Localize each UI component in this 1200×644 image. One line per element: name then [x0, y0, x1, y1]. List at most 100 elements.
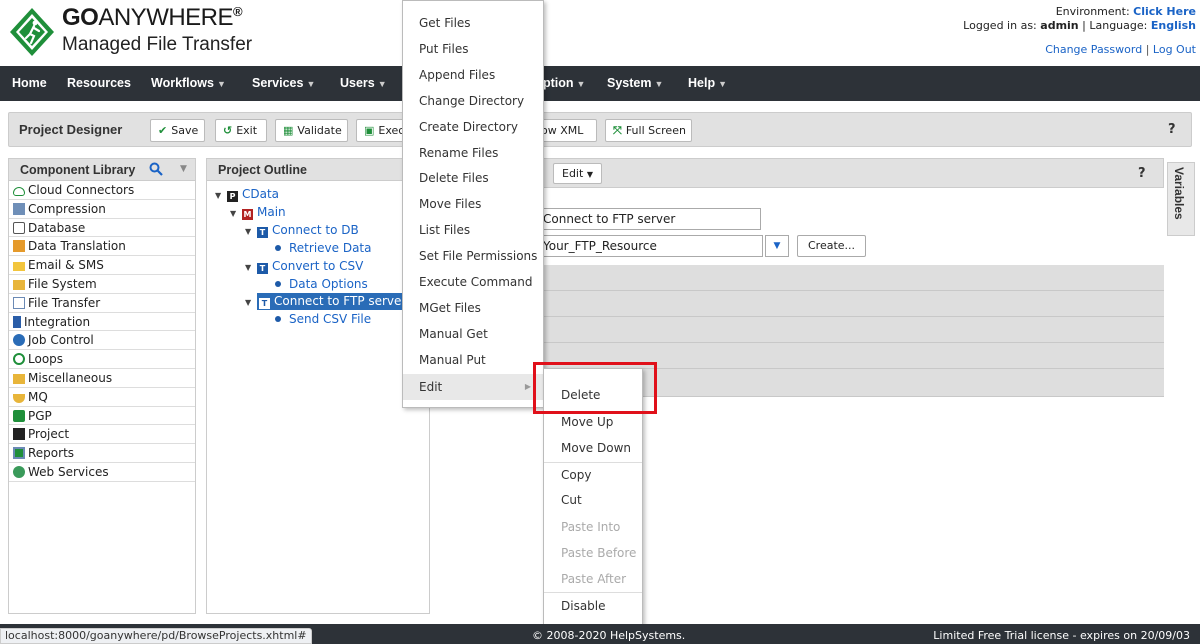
collapsed-section[interactable]: [440, 291, 1164, 317]
menu-item-change-directory[interactable]: Change Directory: [403, 88, 543, 114]
menu-item-execute-command[interactable]: Execute Command: [403, 269, 543, 295]
nav-help[interactable]: Help ▼: [688, 76, 727, 90]
submenu-item-move-down[interactable]: Move Down: [544, 435, 642, 461]
cloud-icon: [13, 187, 25, 196]
tree-arrow-ftp[interactable]: ▼: [245, 293, 255, 310]
collapsed-section[interactable]: [440, 317, 1164, 343]
project-outline-title: Project Outline: [218, 163, 307, 177]
expand-arrow-icon[interactable]: ▼: [245, 295, 257, 311]
license-text: Limited Free Trial license - expires on …: [933, 629, 1190, 642]
create-resource-button[interactable]: Create...: [797, 235, 867, 257]
expand-arrow-icon[interactable]: ▼: [245, 260, 257, 276]
library-item-project[interactable]: Project: [9, 425, 195, 445]
collapsed-section[interactable]: [440, 265, 1164, 291]
menu-item-move-files[interactable]: Move Files: [403, 191, 543, 217]
variables-tab[interactable]: Variables: [1167, 162, 1195, 236]
execute-button[interactable]: ▣ Exec: [356, 119, 404, 142]
chevron-down-icon: ▼: [216, 79, 226, 89]
menu-item-list-files[interactable]: List Files: [403, 217, 543, 243]
tree-node-convert-csv[interactable]: ▼ T Convert to CSV: [245, 258, 363, 275]
nav-encryption[interactable]: ption ▼: [543, 76, 585, 90]
library-item-data-translation[interactable]: Data Translation: [9, 237, 195, 257]
expand-arrow-icon[interactable]: ▼: [215, 188, 227, 204]
library-item-loops[interactable]: Loops: [9, 350, 195, 369]
menu-item-set-file-permissions[interactable]: Set File Permissions: [403, 243, 543, 269]
task-panel-header: Edit ▼ ?: [440, 158, 1164, 188]
menu-item-delete-files[interactable]: Delete Files: [403, 165, 543, 191]
language-link[interactable]: English: [1151, 19, 1196, 32]
logout-link[interactable]: Log Out: [1153, 43, 1196, 56]
library-item-compression[interactable]: Compression: [9, 200, 195, 219]
loop-icon: [13, 353, 25, 366]
library-item-file-transfer[interactable]: File Transfer: [9, 294, 195, 313]
menu-item-manual-put[interactable]: Manual Put: [403, 347, 543, 373]
tree-node-main[interactable]: ▼ M Main: [230, 204, 286, 221]
collapse-chevron-icon[interactable]: ▼: [180, 164, 187, 174]
tree-node-send-csv[interactable]: Send CSV File: [275, 311, 371, 328]
tree-node-connect-db[interactable]: ▼ T Connect to DB: [245, 222, 359, 239]
library-item-cloud-connectors[interactable]: Cloud Connectors: [9, 181, 195, 200]
task-icon: T: [257, 263, 268, 274]
bullet-icon: [275, 281, 281, 287]
chevron-down-icon: ▼: [718, 79, 728, 89]
library-item-integration[interactable]: Integration: [9, 313, 195, 332]
menu-item-create-directory[interactable]: Create Directory: [403, 114, 543, 140]
menu-item-edit[interactable]: Edit ▶: [403, 374, 543, 400]
environment-link[interactable]: Click Here: [1133, 5, 1196, 18]
app-header: GOANYWHERE® Managed File Transfer Enviro…: [0, 0, 1200, 66]
submenu-item-copy[interactable]: Copy: [544, 462, 642, 488]
help-icon[interactable]: ?: [1138, 166, 1146, 181]
brand-name: GOANYWHERE®: [62, 4, 243, 31]
full-screen-button[interactable]: ⤧ Full Screen: [605, 119, 692, 142]
edit-dropdown-button[interactable]: Edit ▼: [553, 163, 602, 184]
nav-system[interactable]: System ▼: [607, 76, 663, 90]
expand-arrow-icon[interactable]: ▼: [245, 224, 257, 240]
save-button[interactable]: ✔ Save: [150, 119, 205, 142]
nav-services[interactable]: Services ▼: [252, 76, 315, 90]
exit-button[interactable]: ↺ Exit: [215, 119, 267, 142]
change-password-link[interactable]: Change Password: [1045, 43, 1142, 56]
library-item-file-system[interactable]: File System: [9, 275, 195, 294]
library-item-email-sms[interactable]: Email & SMS: [9, 256, 195, 275]
translation-icon: [13, 240, 25, 253]
nav-resources[interactable]: Resources: [67, 76, 131, 90]
library-item-pgp[interactable]: PGP: [9, 407, 195, 426]
menu-item-append-files[interactable]: Append Files: [403, 62, 543, 88]
submenu-item-disable[interactable]: Disable: [544, 593, 642, 619]
validate-button[interactable]: ▦ Validate: [275, 119, 348, 142]
library-item-web-services[interactable]: Web Services: [9, 463, 195, 482]
search-icon[interactable]: [149, 162, 163, 176]
menu-item-mget-files[interactable]: MGet Files: [403, 295, 543, 321]
mq-icon: [13, 393, 25, 403]
library-item-reports[interactable]: Reports: [9, 444, 195, 463]
help-icon[interactable]: ?: [1168, 122, 1176, 137]
gear-icon: [13, 334, 25, 347]
nav-home[interactable]: Home: [12, 76, 47, 90]
chevron-down-icon: ▼: [306, 79, 316, 89]
menu-item-rename-files[interactable]: Rename Files: [403, 140, 543, 166]
library-item-mq[interactable]: MQ: [9, 388, 195, 407]
file-transfer-icon: [13, 296, 25, 309]
tree-node-project[interactable]: ▼ P CData: [215, 186, 279, 203]
show-xml-button[interactable]: ow XML: [536, 119, 597, 142]
menu-item-put-files[interactable]: Put Files: [403, 36, 543, 62]
task-label-input[interactable]: Connect to FTP server: [539, 208, 761, 230]
task-properties-form: Connect to FTP server Your_FTP_Resource …: [440, 198, 1164, 264]
tree-node-connect-ftp-selected[interactable]: T Connect to FTP server: [257, 293, 410, 310]
expand-arrow-icon[interactable]: ▼: [230, 206, 242, 222]
tree-node-retrieve-data[interactable]: Retrieve Data: [275, 240, 372, 257]
menu-item-get-files[interactable]: Get Files: [403, 10, 543, 36]
library-item-job-control[interactable]: Job Control: [9, 331, 195, 351]
resource-select[interactable]: Your_FTP_Resource: [539, 235, 763, 257]
project-designer-toolbar: Project Designer ✔ Save ↺ Exit ▦ Validate ▣…: [8, 112, 1192, 147]
library-item-database[interactable]: Database: [9, 219, 195, 238]
nav-users[interactable]: Users ▼: [340, 76, 387, 90]
nav-workflows[interactable]: Workflows ▼: [151, 76, 226, 90]
tree-node-data-options[interactable]: Data Options: [275, 276, 368, 293]
chevron-down-icon: ▼: [377, 79, 387, 89]
menu-item-manual-get[interactable]: Manual Get: [403, 321, 543, 347]
resource-dropdown-chevron-icon[interactable]: ▼: [765, 235, 789, 257]
library-item-miscellaneous[interactable]: Miscellaneous: [9, 369, 195, 388]
submenu-item-cut[interactable]: Cut: [544, 487, 642, 513]
folder-icon: [13, 279, 25, 290]
